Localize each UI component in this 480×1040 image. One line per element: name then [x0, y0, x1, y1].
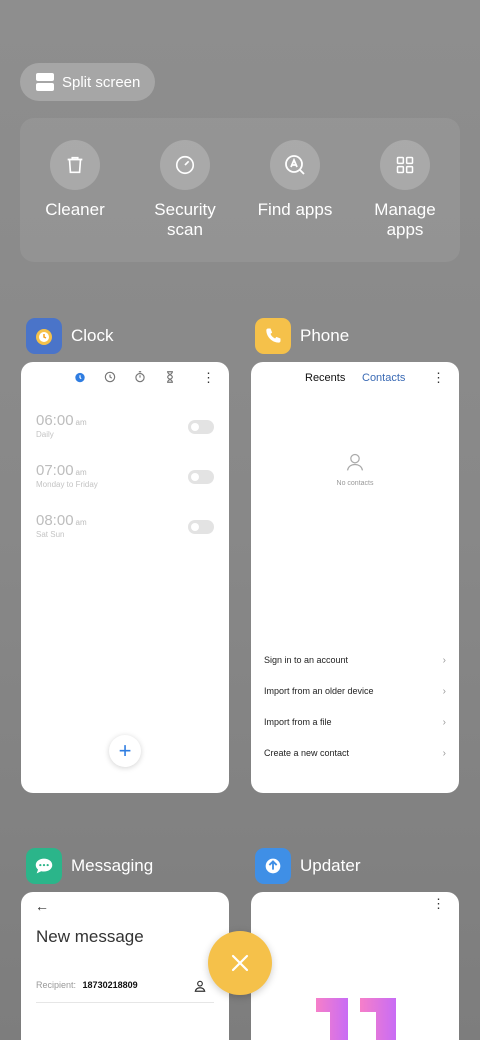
import-file-option[interactable]: Import from a file ›	[264, 717, 446, 728]
world-clock-tab-icon[interactable]	[103, 370, 117, 389]
close-all-button[interactable]	[208, 931, 272, 995]
messaging-app-card[interactable]: ← New message Recipient: 18730218809	[21, 892, 229, 1040]
security-scan-label: Security scan	[154, 200, 216, 239]
more-options-icon[interactable]: ⋮	[202, 370, 215, 386]
grid-icon	[380, 140, 430, 190]
chevron-right-icon: ›	[442, 717, 446, 728]
split-screen-icon	[36, 73, 54, 91]
find-apps-label: Find apps	[257, 200, 333, 219]
messaging-app-header[interactable]: Messaging	[26, 848, 153, 884]
alarm-tab-icon[interactable]	[73, 370, 87, 389]
recipient-label: Recipient:	[36, 980, 77, 990]
clock-app-icon	[26, 318, 62, 354]
create-contact-option[interactable]: Create a new contact ›	[264, 748, 446, 759]
empty-contacts: No contacts	[251, 452, 459, 487]
updater-app-card[interactable]: ⋮	[251, 892, 459, 1040]
manage-apps-label: Manage apps	[374, 200, 436, 239]
updater-app-icon	[255, 848, 291, 884]
security-scan-button[interactable]: Security scan	[130, 140, 240, 240]
alarm-repeat: Sat Sun	[36, 530, 65, 539]
phone-app-card[interactable]: Recents Contacts ⋮ No contacts Sign in t…	[251, 362, 459, 793]
stopwatch-tab-icon[interactable]	[133, 370, 147, 389]
alarm-row[interactable]: 08:00 am Sat Sun	[36, 512, 214, 539]
alarm-toggle[interactable]	[188, 520, 214, 534]
manage-apps-button[interactable]: Manage apps	[350, 140, 460, 240]
sign-in-option[interactable]: Sign in to an account ›	[264, 655, 446, 666]
recipient-value: 18730218809	[82, 980, 138, 990]
messaging-app-name: Messaging	[71, 856, 154, 875]
person-icon	[345, 453, 365, 476]
alarm-toggle[interactable]	[188, 470, 214, 484]
alarm-row[interactable]: 06:00 am Daily	[36, 412, 214, 439]
clock-app-name: Clock	[71, 326, 114, 345]
updater-app-name: Updater	[300, 856, 361, 875]
trash-icon	[50, 140, 100, 190]
alarm-toggle[interactable]	[188, 420, 214, 434]
cleaner-button[interactable]: Cleaner	[20, 140, 130, 220]
recipient-field[interactable]: Recipient: 18730218809	[36, 980, 214, 1003]
updater-app-header[interactable]: Updater	[255, 848, 360, 884]
security-scan-icon	[160, 140, 210, 190]
add-alarm-button[interactable]: +	[109, 735, 141, 767]
alarm-repeat: Daily	[36, 430, 54, 439]
chevron-right-icon: ›	[442, 748, 446, 759]
alarm-row[interactable]: 07:00 am Monday to Friday	[36, 462, 214, 489]
find-apps-icon	[270, 140, 320, 190]
cleaner-label: Cleaner	[45, 200, 105, 219]
clock-app-card[interactable]: ⋮ 06:00 am Daily 07:00 am Monday to Friday…	[21, 362, 229, 793]
no-contacts-text: No contacts	[336, 480, 374, 487]
chevron-right-icon: ›	[442, 655, 446, 666]
split-screen-button[interactable]: Split screen	[20, 63, 155, 101]
new-message-title: New message	[36, 927, 144, 946]
tab-contacts[interactable]: Contacts	[362, 372, 405, 384]
chevron-right-icon: ›	[442, 686, 446, 697]
messaging-app-icon	[26, 848, 62, 884]
phone-app-icon	[255, 318, 291, 354]
split-screen-label: Split screen	[62, 73, 141, 91]
more-options-icon[interactable]: ⋮	[432, 370, 445, 386]
close-icon	[231, 954, 249, 972]
quick-tools-panel: Cleaner Security scan Find apps Manage a…	[20, 118, 460, 262]
timer-tab-icon[interactable]	[163, 370, 177, 389]
phone-app-name: Phone	[300, 326, 350, 345]
more-options-icon[interactable]: ⋮	[432, 896, 445, 912]
miui-logo	[316, 998, 396, 1040]
phone-app-header[interactable]: Phone	[255, 318, 349, 354]
tab-recents[interactable]: Recents	[305, 372, 345, 384]
import-older-device-option[interactable]: Import from an older device ›	[264, 686, 446, 697]
alarm-repeat: Monday to Friday	[36, 480, 98, 489]
back-arrow-icon[interactable]: ←	[35, 898, 49, 914]
contact-picker-icon[interactable]	[193, 979, 207, 998]
clock-app-header[interactable]: Clock	[26, 318, 114, 354]
find-apps-button[interactable]: Find apps	[240, 140, 350, 220]
